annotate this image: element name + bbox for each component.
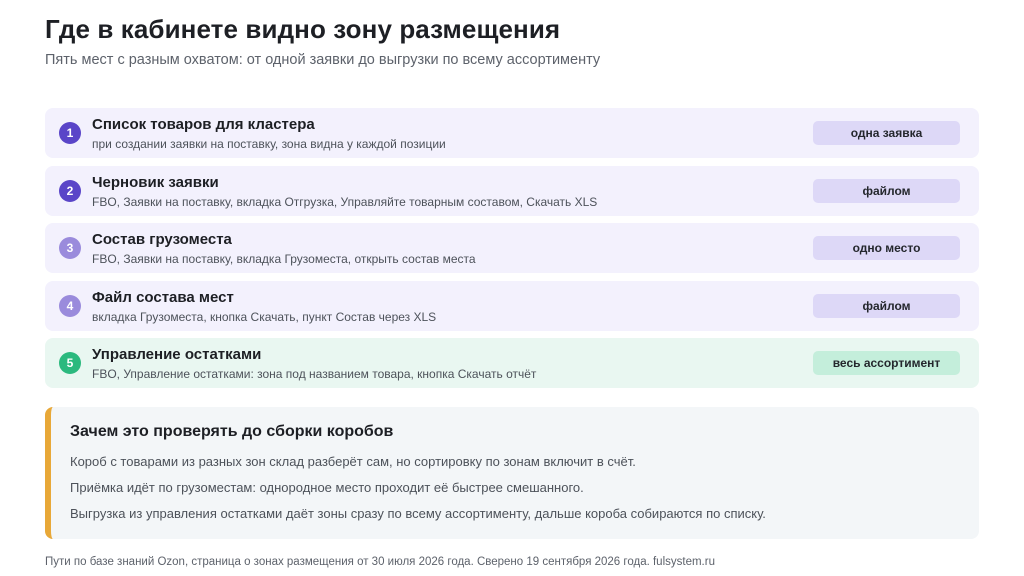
scope-badge: одно место [813, 236, 960, 260]
list-item: 4 Файл состава мест вкладка Грузоместа, … [45, 280, 979, 331]
list-item: 3 Состав грузоместа FBO, Заявки на поста… [45, 223, 979, 273]
item-description: FBO, Управление остатками: зона под назв… [92, 367, 537, 381]
scope-badge: файлом [813, 178, 960, 203]
location-list: 1 Список товаров для кластера при создан… [45, 108, 979, 396]
step-number: 5 [59, 352, 81, 374]
step-number: 1 [59, 122, 81, 144]
item-title: Управление остатками [92, 346, 262, 363]
callout-line: Выгрузка из управления остатками даёт зо… [70, 506, 766, 521]
item-title: Черновик заявки [92, 173, 219, 191]
item-description: вкладка Грузоместа, кнопка Скачать, пунк… [92, 309, 437, 324]
scope-badge: весь ассортимент [813, 351, 960, 375]
item-description: FBO, Заявки на поставку, вкладка Грузоме… [92, 252, 476, 266]
item-description: при создании заявки на поставку, зона ви… [92, 137, 446, 151]
step-number: 2 [59, 179, 81, 202]
callout-box: Зачем это проверять до сборки коробов Ко… [45, 407, 979, 539]
footer-source: Пути по базе знаний Ozon, страница о зон… [45, 556, 715, 568]
scope-badge: файлом [813, 293, 960, 318]
list-item: 2 Черновик заявки FBO, Заявки на поставк… [45, 165, 979, 216]
step-number: 3 [59, 237, 81, 259]
callout-title: Зачем это проверять до сборки коробов [70, 423, 394, 440]
page-subtitle: Пять мест с разным охватом: от одной зая… [45, 52, 601, 68]
item-title: Состав грузоместа [92, 231, 232, 248]
list-item: 1 Список товаров для кластера при создан… [45, 108, 979, 158]
item-title: Файл состава мест [92, 288, 234, 306]
item-description: FBO, Заявки на поставку, вкладка Отгрузк… [92, 194, 598, 209]
item-title: Список товаров для кластера [92, 116, 315, 133]
callout-line: Приёмка идёт по грузоместам: однородное … [70, 480, 584, 495]
step-number: 4 [59, 294, 81, 317]
page-title: Где в кабинете видно зону размещения [45, 14, 561, 44]
list-item: 5 Управление остатками FBO, Управление о… [45, 338, 979, 388]
scope-badge: одна заявка [813, 121, 960, 145]
callout-line: Короб с товарами из разных зон склад раз… [70, 454, 636, 469]
